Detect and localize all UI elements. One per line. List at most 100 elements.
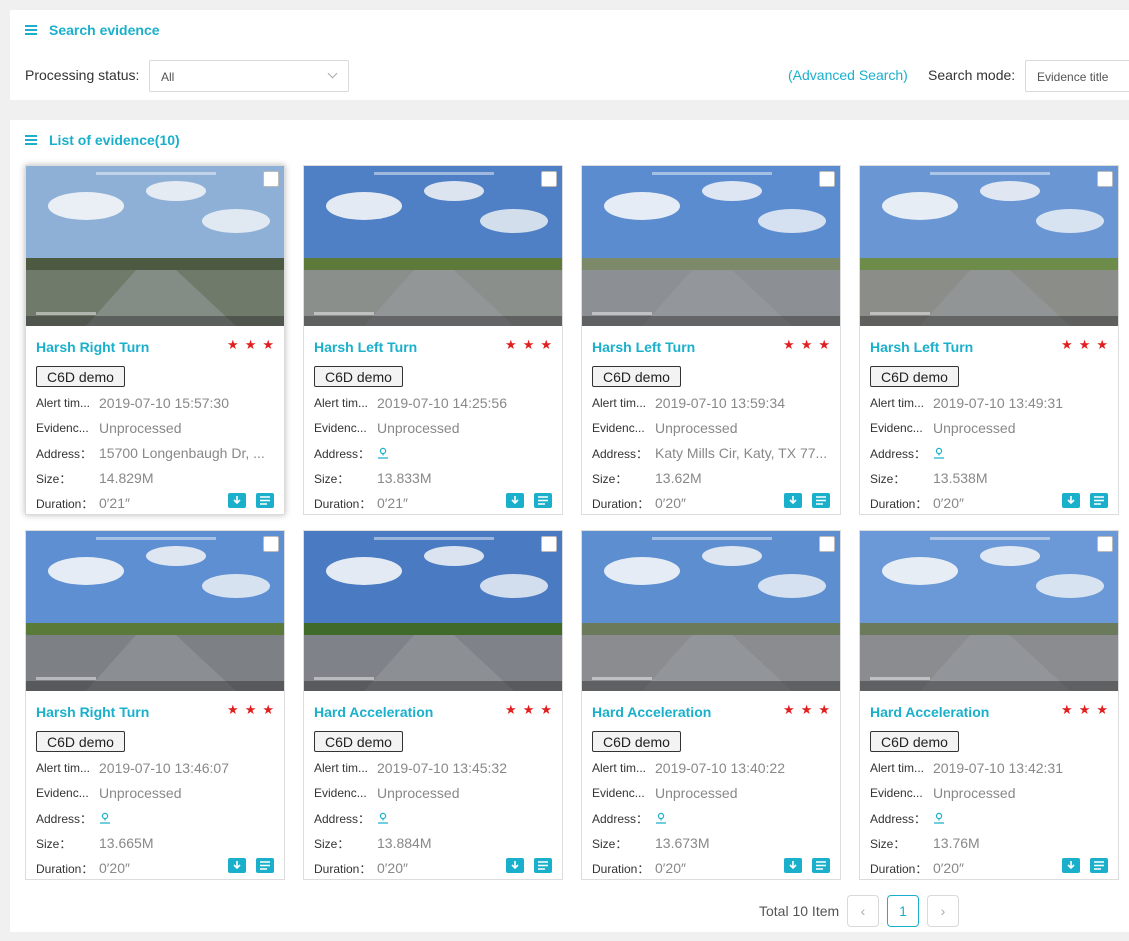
star-icon: ★	[227, 337, 239, 352]
next-page-button[interactable]: ›	[927, 895, 959, 927]
alert-time-value: 2019-07-10 13:45:32	[377, 760, 507, 776]
select-checkbox[interactable]	[541, 536, 557, 552]
duration-value: 0′21″	[377, 495, 408, 511]
evidence-thumbnail[interactable]	[582, 166, 840, 326]
size-label: Size：	[36, 836, 72, 851]
evidence-thumbnail[interactable]	[26, 166, 284, 326]
alert-time-label: Alert tim...	[314, 396, 369, 410]
evidence-title[interactable]: Harsh Left Turn	[314, 339, 417, 355]
star-icon: ★	[1078, 702, 1091, 717]
evidence-card[interactable]: Harsh Right Turn ★ ★ ★ C6D demo Alert tim.…	[25, 530, 285, 880]
evidence-thumbnail[interactable]	[860, 531, 1118, 691]
evidence-card[interactable]: Hard Acceleration ★ ★ ★ C6D demo Alert tim…	[581, 530, 841, 880]
download-icon[interactable]	[506, 493, 524, 508]
download-icon[interactable]	[506, 858, 524, 873]
evidence-title[interactable]: Harsh Left Turn	[592, 339, 695, 355]
duration-label: Duration：	[870, 861, 928, 876]
processing-status-label: Processing status:	[25, 67, 140, 83]
star-icon: ★	[262, 337, 274, 352]
download-icon[interactable]	[1062, 858, 1080, 873]
evidence-thumbnail[interactable]	[304, 166, 562, 326]
select-checkbox[interactable]	[263, 536, 279, 552]
details-icon[interactable]	[256, 858, 274, 873]
evidence-status-value: Unprocessed	[377, 420, 460, 436]
video-caption-overlay	[592, 677, 652, 680]
evidence-card[interactable]: Hard Acceleration ★ ★ ★ C6D demo Alert tim…	[859, 530, 1119, 880]
details-icon[interactable]	[256, 493, 274, 508]
details-icon[interactable]	[534, 858, 552, 873]
location-pin-icon[interactable]	[933, 812, 945, 824]
alert-time-row: Alert tim... 2019-07-10 13:40:22	[592, 760, 832, 776]
details-icon[interactable]	[812, 858, 830, 873]
alert-time-label: Alert tim...	[36, 761, 91, 775]
evidence-title[interactable]: Hard Acceleration	[314, 704, 433, 720]
details-icon[interactable]	[534, 493, 552, 508]
select-checkbox[interactable]	[541, 171, 557, 187]
evidence-thumbnail[interactable]	[304, 531, 562, 691]
alert-time-label: Alert tim...	[870, 396, 925, 410]
alert-time-value: 2019-07-10 14:25:56	[377, 395, 507, 411]
size-row: Size： 14.829M	[36, 470, 276, 486]
address-label: Address：	[870, 446, 927, 461]
address-row: Address：	[592, 810, 832, 826]
star-icon: ★	[1096, 337, 1108, 352]
evidence-status-value: Unprocessed	[99, 420, 182, 436]
alert-time-row: Alert tim... 2019-07-10 13:46:07	[36, 760, 276, 776]
evidence-status-value: Unprocessed	[933, 420, 1016, 436]
evidence-thumbnail[interactable]	[860, 166, 1118, 326]
page-1-button[interactable]: 1	[887, 895, 919, 927]
address-label: Address：	[314, 446, 371, 461]
video-timestamp-overlay	[930, 172, 1050, 175]
evidence-card[interactable]: Harsh Left Turn ★ ★ ★ C6D demo Alert tim..…	[859, 165, 1119, 515]
location-pin-icon[interactable]	[377, 812, 389, 824]
evidence-card[interactable]: Harsh Right Turn ★ ★ ★ C6D demo Alert tim.…	[25, 165, 285, 515]
select-checkbox[interactable]	[263, 171, 279, 187]
download-icon[interactable]	[228, 858, 246, 873]
size-row: Size： 13.76M	[870, 835, 1110, 851]
evidence-status-row: Evidenc... Unprocessed	[592, 785, 832, 801]
evidence-title[interactable]: Harsh Left Turn	[870, 339, 973, 355]
pagination-total: Total 10 Item	[759, 903, 840, 919]
details-icon[interactable]	[1090, 493, 1108, 508]
device-tag: C6D demo	[870, 366, 959, 387]
download-icon[interactable]	[228, 493, 246, 508]
download-icon[interactable]	[784, 858, 802, 873]
download-icon[interactable]	[784, 493, 802, 508]
evidence-status-row: Evidenc... Unprocessed	[870, 785, 1110, 801]
size-row: Size： 13.538M	[870, 470, 1110, 486]
star-icon: ★	[818, 702, 830, 717]
advanced-search-link[interactable]: (Advanced Search)	[788, 67, 908, 83]
download-icon[interactable]	[1062, 493, 1080, 508]
select-checkbox[interactable]	[1097, 171, 1113, 187]
location-pin-icon[interactable]	[655, 812, 667, 824]
evidence-title[interactable]: Hard Acceleration	[870, 704, 989, 720]
select-checkbox[interactable]	[1097, 536, 1113, 552]
location-pin-icon[interactable]	[99, 812, 111, 824]
device-tag: C6D demo	[36, 731, 125, 752]
alert-time-value: 2019-07-10 13:59:34	[655, 395, 785, 411]
prev-page-button[interactable]: ‹	[847, 895, 879, 927]
star-icon: ★	[1078, 337, 1091, 352]
rating-stars: ★ ★ ★	[505, 703, 552, 717]
evidence-thumbnail[interactable]	[582, 531, 840, 691]
search-mode-select[interactable]: Evidence title	[1025, 60, 1129, 92]
evidence-title[interactable]: Harsh Right Turn	[36, 704, 149, 720]
evidence-thumbnail[interactable]	[26, 531, 284, 691]
evidence-title[interactable]: Harsh Right Turn	[36, 339, 149, 355]
evidence-status-label: Evidenc...	[314, 421, 367, 435]
evidence-card[interactable]: Hard Acceleration ★ ★ ★ C6D demo Alert tim…	[303, 530, 563, 880]
processing-status-select[interactable]: All	[149, 60, 349, 92]
location-pin-icon[interactable]	[933, 447, 945, 459]
location-pin-icon[interactable]	[377, 447, 389, 459]
address-row: Address：	[870, 810, 1110, 826]
evidence-title[interactable]: Hard Acceleration	[592, 704, 711, 720]
video-timestamp-overlay	[374, 537, 494, 540]
evidence-card[interactable]: Harsh Left Turn ★ ★ ★ C6D demo Alert tim..…	[581, 165, 841, 515]
details-icon[interactable]	[812, 493, 830, 508]
address-row: Address： Katy Mills Cir, Katy, TX 77...	[592, 445, 832, 461]
select-checkbox[interactable]	[819, 171, 835, 187]
evidence-card[interactable]: Harsh Left Turn ★ ★ ★ C6D demo Alert tim..…	[303, 165, 563, 515]
select-checkbox[interactable]	[819, 536, 835, 552]
duration-label: Duration：	[592, 861, 650, 876]
details-icon[interactable]	[1090, 858, 1108, 873]
